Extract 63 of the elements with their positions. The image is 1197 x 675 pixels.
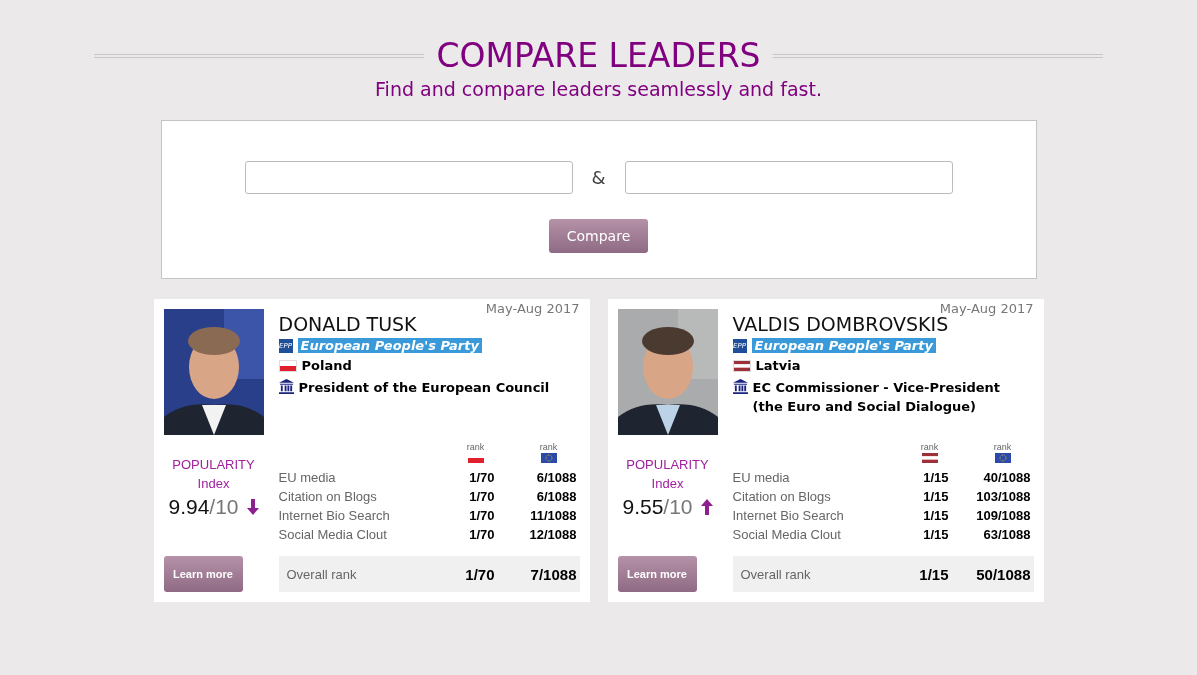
index-label: Index [650, 475, 685, 493]
popularity-score: 9.94/10 [168, 495, 239, 519]
flag-icon [921, 453, 938, 463]
popularity-label: POPULARITY [171, 456, 256, 474]
popularity-label: POPULARITY [625, 456, 710, 474]
index-label: Index [196, 475, 231, 493]
metric-label: Internet Bio Search [278, 507, 391, 524]
compare-button[interactable]: Compare [549, 219, 648, 253]
country-label: Poland [301, 357, 352, 375]
metric-label: EU media [732, 469, 791, 486]
country-label: Latvia [755, 357, 801, 375]
eu-rank: 63/1088 [982, 526, 1031, 543]
leader-input-field[interactable] [624, 161, 953, 194]
rank-header: rank [539, 442, 558, 452]
metric-label: Citation on Blogs [278, 488, 378, 505]
eu-flag-icon [994, 453, 1011, 463]
rank-header: rank [466, 442, 485, 452]
national-rank: 1/70 [468, 507, 495, 524]
metric-label: Citation on Blogs [732, 488, 832, 505]
popularity-score: 9.55/10 [622, 495, 693, 519]
metric-label: Social Media Clout [732, 526, 842, 543]
page-title: COMPARE LEADERS [436, 36, 761, 76]
rank-header: rank [920, 442, 939, 452]
eu-rank: 6/1088 [535, 469, 577, 486]
ampersand: & [590, 167, 607, 188]
leader-input-field[interactable] [244, 161, 573, 194]
metric-label: Internet Bio Search [732, 507, 845, 524]
national-rank: 1/15 [922, 507, 949, 524]
national-rank: 1/70 [468, 469, 495, 486]
leader-name: DONALD TUSK [278, 313, 418, 335]
eu-rank: 103/1088 [975, 488, 1031, 505]
metric-label: Social Media Clout [278, 526, 388, 543]
national-rank: 1/15 [922, 526, 949, 543]
party-label[interactable]: European People's Party [297, 338, 482, 353]
rank-header: rank [993, 442, 1012, 452]
learn-more-button[interactable]: Learn more [163, 556, 243, 592]
national-rank: 1/15 [918, 565, 949, 583]
metric-label: EU media [278, 469, 337, 486]
eu-rank: 109/1088 [975, 507, 1031, 524]
leader-name: VALDIS DOMBROVSKIS [732, 313, 949, 335]
building-icon [732, 379, 748, 394]
party-label[interactable]: European People's Party [751, 338, 936, 353]
eu-rank: 40/1088 [982, 469, 1031, 486]
office-label: President of the European Council [298, 379, 550, 397]
overall-rank-label: Overall rank [286, 566, 358, 582]
national-rank: 1/70 [464, 565, 495, 583]
period-label: May-Aug 2017 [485, 301, 580, 316]
national-rank: 1/70 [468, 488, 495, 505]
national-rank: 1/15 [922, 469, 949, 486]
page-subtitle: Find and compare leaders seamlessly and fast. [374, 78, 823, 100]
eu-rank: 6/1088 [535, 488, 577, 505]
eu-flag-icon [540, 453, 557, 463]
overall-rank-label: Overall rank [740, 566, 812, 582]
building-icon [278, 379, 294, 394]
national-rank: 1/15 [922, 488, 949, 505]
eu-rank: 7/1088 [529, 565, 577, 583]
eu-rank: 12/1088 [528, 526, 577, 543]
eu-rank: 50/1088 [975, 565, 1031, 583]
learn-more-button[interactable]: Learn more [617, 556, 697, 592]
period-label: May-Aug 2017 [939, 301, 1034, 316]
eu-rank: 11/1088 [529, 507, 577, 524]
office-label: EC Commissioner - Vice-President (the Euro and Social Dialogue) [752, 379, 1001, 416]
national-rank: 1/70 [468, 526, 495, 543]
